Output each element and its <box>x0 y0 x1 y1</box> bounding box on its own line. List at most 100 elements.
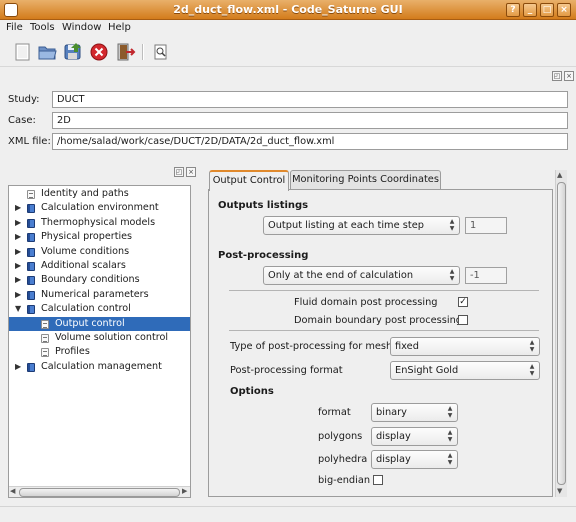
expand-arrow-icon[interactable]: ▶ <box>15 273 21 287</box>
divider <box>229 330 539 331</box>
maximize-icon[interactable]: □ <box>540 3 554 17</box>
tree-item-label: Thermophysical models <box>41 216 156 228</box>
listing-frequency-field[interactable]: 1 <box>465 217 507 234</box>
format-option-label: format <box>318 407 351 418</box>
format-select[interactable]: EnSight Gold ▲ ▼ <box>390 361 540 380</box>
menu-tools[interactable]: Tools <box>30 22 55 33</box>
toolbar-separator <box>142 44 144 60</box>
scrollbar-thumb[interactable] <box>557 182 566 485</box>
polygons-select[interactable]: display ▲ ▼ <box>371 427 458 446</box>
chevron-updown-icon: ▲ ▼ <box>449 218 455 232</box>
navigation-tree[interactable]: Identity and paths ▶ Calculation environ… <box>8 185 191 498</box>
study-label: Study: <box>8 94 40 105</box>
tree-item-volume-conditions[interactable]: ▶ Volume conditions <box>9 245 190 259</box>
help-icon[interactable]: ? <box>506 3 520 17</box>
listing-frequency-select[interactable]: Output listing at each time step ▲ ▼ <box>263 216 460 235</box>
menu-help[interactable]: Help <box>108 22 131 33</box>
chevron-updown-icon: ▲ ▼ <box>447 452 453 466</box>
tab-output-control[interactable]: Output Control <box>209 170 289 191</box>
page-icon <box>41 348 49 358</box>
tree-item-label: Physical properties <box>41 231 133 243</box>
polyhedra-value: display <box>376 454 411 465</box>
tree-dock-close-icon[interactable]: × <box>186 167 196 177</box>
case-field[interactable]: 2D <box>52 112 568 129</box>
expand-arrow-icon[interactable]: ▶ <box>15 245 21 259</box>
tree-item-label: Additional scalars <box>41 260 126 271</box>
expand-arrow-icon[interactable]: ▶ <box>15 201 21 215</box>
quit-icon[interactable] <box>114 42 136 62</box>
scroll-left-icon[interactable]: ◀ <box>10 487 15 495</box>
polygons-value: display <box>376 431 411 442</box>
scrollbar-thumb[interactable] <box>19 488 180 497</box>
identity-icon[interactable] <box>150 42 172 62</box>
dock-close-icon[interactable]: × <box>564 71 574 81</box>
chevron-updown-icon: ▲ ▼ <box>447 405 453 419</box>
boundary-domain-checkbox[interactable] <box>458 315 468 325</box>
fluid-domain-checkbox[interactable]: ✓ <box>458 297 468 307</box>
panel-vertical-scrollbar[interactable]: ▲ ▼ <box>555 170 567 497</box>
format-value: EnSight Gold <box>395 365 459 376</box>
scroll-right-icon[interactable]: ▶ <box>182 487 187 495</box>
menu-window[interactable]: Window <box>62 22 101 33</box>
tree-item-numerical-parameters[interactable]: ▶ Numerical parameters <box>9 288 190 302</box>
save-icon[interactable] <box>62 42 84 62</box>
post-processing-frequency-value: Only at the end of calculation <box>268 270 414 281</box>
post-processing-frequency-select[interactable]: Only at the end of calculation ▲ ▼ <box>263 266 460 285</box>
tree-item-physical-properties[interactable]: ▶ Physical properties <box>9 230 190 244</box>
tree-item-boundary-conditions[interactable]: ▶ Boundary conditions <box>9 273 190 287</box>
toolbar <box>0 37 576 67</box>
tree-item-label: Numerical parameters <box>41 288 149 300</box>
output-control-panel: Outputs listings Output listing at each … <box>208 189 553 497</box>
tree-item-additional-scalars[interactable]: ▶ Additional scalars <box>9 259 190 273</box>
scroll-up-icon[interactable]: ▲ <box>557 171 562 179</box>
chevron-updown-icon: ▲ ▼ <box>447 429 453 443</box>
close-icon[interactable]: × <box>557 3 571 17</box>
scroll-down-icon[interactable]: ▼ <box>557 487 562 495</box>
boundary-domain-label: Domain boundary post processing <box>294 315 462 326</box>
polyhedra-select[interactable]: display ▲ ▼ <box>371 450 458 469</box>
tree-item-profiles[interactable]: Profiles <box>9 345 190 359</box>
format-label: Post-processing format <box>230 365 343 376</box>
expand-arrow-icon[interactable]: ▶ <box>15 288 21 302</box>
tree-dock-float-icon[interactable]: ◰ <box>174 167 184 177</box>
book-icon <box>27 204 35 214</box>
tree-horizontal-scrollbar[interactable]: ◀ ▶ <box>9 486 190 497</box>
tree-item-volume-solution-control[interactable]: Volume solution control <box>9 331 190 345</box>
open-folder-icon[interactable] <box>36 42 58 62</box>
expand-arrow-icon[interactable]: ▶ <box>15 230 21 244</box>
study-field[interactable]: DUCT <box>52 91 568 108</box>
tree-item-identity-and-paths[interactable]: Identity and paths <box>9 187 190 201</box>
expand-arrow-icon[interactable]: ▶ <box>15 216 21 230</box>
minimize-icon[interactable]: _ <box>523 3 537 17</box>
book-icon <box>27 276 35 286</box>
book-icon <box>27 305 35 315</box>
window-title: 2d_duct_flow.xml - Code_Saturne GUI <box>173 3 403 16</box>
status-bar <box>0 506 576 522</box>
book-icon <box>27 290 35 300</box>
tree-item-thermophysical-models[interactable]: ▶ Thermophysical models <box>9 216 190 230</box>
polyhedra-label: polyhedra <box>318 454 368 465</box>
dock-float-icon[interactable]: ◰ <box>552 71 562 81</box>
expand-arrow-icon[interactable]: ▶ <box>15 360 21 374</box>
window-titlebar[interactable]: 2d_duct_flow.xml - Code_Saturne GUI ? _ … <box>0 0 576 20</box>
book-icon <box>27 247 35 257</box>
format-option-select[interactable]: binary ▲ ▼ <box>371 403 458 422</box>
post-processing-frequency-field[interactable]: -1 <box>465 267 507 284</box>
expand-arrow-icon[interactable]: ▶ <box>15 259 21 273</box>
tree-item-output-control[interactable]: Output control <box>9 316 190 331</box>
menu-file[interactable]: File <box>6 22 23 33</box>
big-endian-checkbox[interactable] <box>373 475 383 485</box>
tree-item-calculation-management[interactable]: ▶ Calculation management <box>9 360 190 374</box>
book-icon <box>27 218 35 228</box>
close-case-icon[interactable] <box>88 42 110 62</box>
xml-file-field[interactable]: /home/salad/work/case/DUCT/2D/DATA/2d_du… <box>52 133 568 150</box>
collapse-arrow-icon[interactable]: ▼ <box>15 302 21 316</box>
new-file-icon[interactable] <box>12 42 34 62</box>
tree-item-calculation-control[interactable]: ▼ Calculation control <box>9 302 190 316</box>
mesh-type-select[interactable]: fixed ▲ ▼ <box>390 337 540 356</box>
tree-item-label: Calculation control <box>41 303 131 315</box>
tree-item-label: Calculation environment <box>41 202 159 214</box>
fluid-domain-label: Fluid domain post processing <box>294 297 438 308</box>
tree-item-calculation-environment[interactable]: ▶ Calculation environment <box>9 201 190 215</box>
tab-monitoring-points[interactable]: Monitoring Points Coordinates <box>290 170 441 190</box>
